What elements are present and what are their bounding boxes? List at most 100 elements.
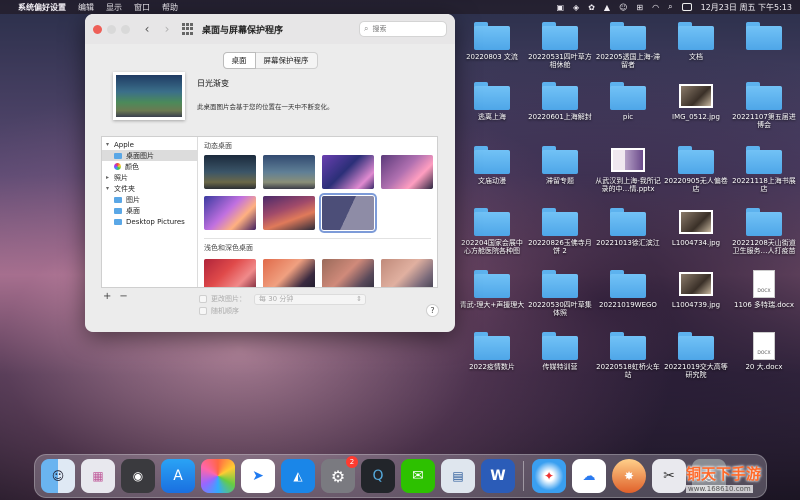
desktop-item[interactable]: 滞留专题 [526,146,594,185]
menu-view[interactable]: 显示 [106,2,122,13]
search-input[interactable] [372,25,433,33]
status-icon-4[interactable]: ▲ [604,3,610,12]
wallpaper-thumb[interactable] [204,196,256,230]
wallpaper-thumb[interactable] [204,259,256,287]
desktop-item[interactable]: 逃离上海 [458,82,526,121]
menu-window[interactable]: 窗口 [134,2,150,13]
finder-icon[interactable]: ☺ [41,459,75,493]
random-order-checkbox[interactable] [199,307,207,315]
clock[interactable]: 12月23日 周五 下午5:13 [701,2,792,13]
desktop-item[interactable]: 传媒特训营 [526,332,594,371]
desktop-item[interactable]: 20221107第五届进博会 [730,82,798,129]
control-center-icon[interactable] [681,3,692,11]
wallpaper-thumb[interactable] [263,259,315,287]
desktop-item[interactable]: 20221013徐汇滨江 [594,208,662,247]
lanhu-icon[interactable]: ◭ [281,459,315,493]
xmind-icon[interactable]: ✸ [612,459,646,493]
sidebar-item-pictures[interactable]: 图片 [102,194,197,205]
desktop-item-label: 20220803 文流 [466,53,518,61]
search-field[interactable]: ⌕ [359,21,447,37]
wifi-icon[interactable]: ◠ [652,3,659,12]
status-icon-3[interactable]: ✿ [588,3,595,12]
desktop-item[interactable]: DOCX 1106 多特瑞.docx [730,270,798,309]
forward-arrow-icon[interactable]: › [162,22,172,36]
interval-select[interactable]: 每 30 分钟 ⇕ [254,293,366,305]
remove-folder-button[interactable]: − [119,291,127,302]
wallpaper-thumb[interactable] [263,155,315,189]
desktop-item[interactable]: 202205透国上海-滞留者 [594,22,662,69]
desktop-item[interactable]: 202204国家会展中心方舱医院各种图 [458,208,526,255]
desktop-item[interactable]: 2022疫情数片 [458,332,526,371]
back-arrow-icon[interactable]: ‹ [142,22,152,36]
wechat-icon[interactable]: ✉ [401,459,435,493]
wallpaper-thumb[interactable] [263,196,315,230]
app-store-icon[interactable]: A [161,459,195,493]
word-icon[interactable]: W [481,459,515,493]
sidebar-item-photos[interactable]: ▸ 照片 [102,172,197,183]
sidebar-item-desktop-pictures-folder[interactable]: Desktop Pictures [102,216,197,227]
sidebar-item-desktop[interactable]: 桌面 [102,205,197,216]
quicktime-icon[interactable]: Q [361,459,395,493]
search-menubar-icon[interactable]: ⌕ [668,2,672,12]
sidebar-item-desktop-pictures[interactable]: 桌面图片 [102,150,197,161]
desktop-item[interactable]: L1004734.jpg [662,208,730,247]
zoom-button[interactable] [121,24,130,34]
wallpaper-thumb[interactable] [204,155,256,189]
menu-edit[interactable]: 编辑 [78,2,94,13]
show-all-grid-icon[interactable] [182,23,194,35]
tab-desktop[interactable]: 桌面 [222,52,256,69]
desktop-item[interactable]: DOCX 20 大.docx [730,332,798,371]
desktop-item[interactable] [730,22,798,53]
add-folder-button[interactable]: + [103,291,111,302]
preview-icon[interactable]: ▤ [441,459,475,493]
desktop-item[interactable]: 文档 [662,22,730,61]
desktop-item[interactable]: 20221019交大高等研究院 [662,332,730,379]
wallpaper-thumb[interactable] [381,259,433,287]
desktop-item[interactable]: 20221208天山街道卫生服务…人打疫苗 [730,208,798,255]
photos-icon[interactable] [201,459,235,493]
desktop-item[interactable]: 20220601上海解封 [526,82,594,121]
status-icon-5[interactable]: ☺ [619,3,627,12]
desktop-item[interactable]: 20220531四叶草方相休舱 [526,22,594,69]
desktop-item[interactable]: IMG_0512.jpg [662,82,730,121]
desktop-item[interactable]: 20220826玉佛寺月饼 2 [526,208,594,255]
tab-screensaver[interactable]: 屏幕保护程序 [255,52,318,69]
status-icon-6[interactable]: ⊞ [636,3,643,12]
menu-help[interactable]: 帮助 [162,2,178,13]
wallpaper-thumb[interactable] [322,155,374,189]
desktop-item[interactable]: 20220518虹桥火车站 [594,332,662,379]
desktop-item[interactable]: 20220803 文流 [458,22,526,61]
desktop-item[interactable]: 20221019WEGO [594,270,662,309]
disclosure-closed-icon[interactable]: ▸ [106,174,114,181]
status-icon-2[interactable]: ◈ [573,3,579,12]
sidebar-item-folders[interactable]: ▾ 文件夹 [102,183,197,194]
sidebar-item-colors[interactable]: 颜色 [102,161,197,172]
wallpaper-thumb[interactable] [381,155,433,189]
help-button[interactable]: ? [426,304,439,317]
safari-icon[interactable]: ✦ [532,459,566,493]
desktop-item[interactable]: 20221118上海书展店 [730,146,798,193]
feishu-icon[interactable]: ➤ [241,459,275,493]
disclosure-open-icon[interactable]: ▾ [106,185,114,192]
desktop-item[interactable]: 20220530四叶草集体照 [526,270,594,317]
wallpaper-thumb-selected[interactable] [319,193,377,233]
scissors-icon[interactable]: ✂ [652,459,686,493]
disclosure-open-icon[interactable]: ▾ [106,141,114,148]
app-menu[interactable]: 系统偏好设置 [18,2,66,13]
launchpad-icon[interactable]: ▦ [81,459,115,493]
desktop-item[interactable]: pic [594,82,662,121]
change-picture-checkbox[interactable] [199,295,207,303]
sidebar-item-apple[interactable]: ▾ Apple [102,139,197,150]
desktop-item[interactable]: 从武汉到上海-我所记录的中…情.pptx [594,146,662,193]
status-icon-1[interactable]: ▣ [556,3,564,12]
desktop-item[interactable]: 青武-理大+声援理大 [458,270,526,309]
desktop-item[interactable]: L1004739.jpg [662,270,730,309]
wallpaper-thumb[interactable] [322,259,374,287]
baidu-netdisk-icon[interactable]: ☁ [572,459,606,493]
close-button[interactable] [93,24,102,34]
desktop-item[interactable]: 20220905无人偏卷店 [662,146,730,193]
minimize-button[interactable] [107,24,116,34]
desktop-item[interactable]: 文庙动漫 [458,146,526,185]
system-preferences-icon[interactable]: ⚙ 2 [321,456,358,493]
screenshot-icon[interactable]: ◉ [121,459,155,493]
